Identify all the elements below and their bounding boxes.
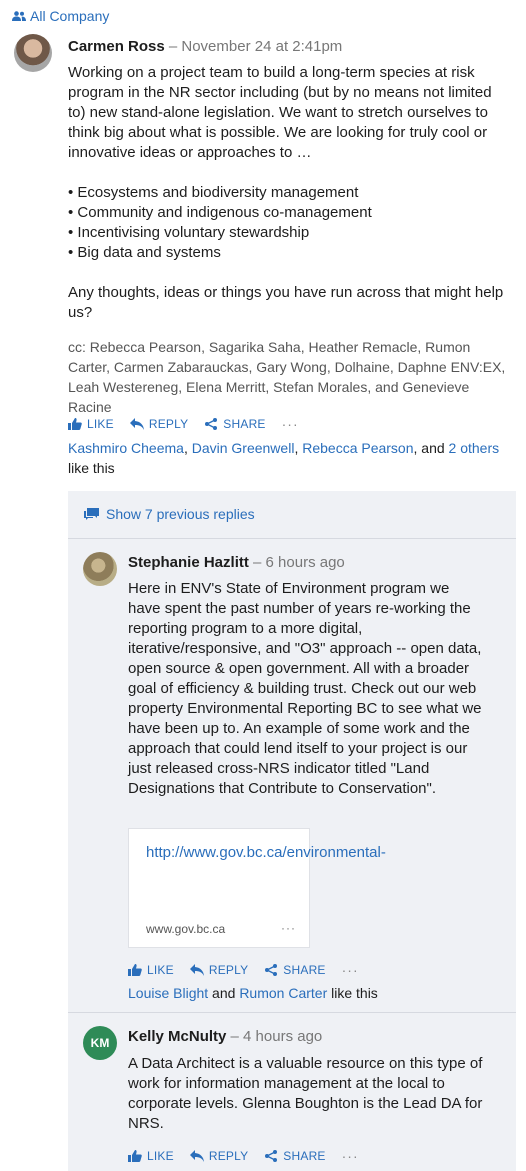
show-previous-replies-button[interactable]: Show 7 previous replies xyxy=(84,506,255,522)
avatar[interactable] xyxy=(14,34,52,72)
reply-button[interactable]: REPLY xyxy=(129,417,189,431)
reply-author-line: Stephanie Hazlitt – 6 hours ago xyxy=(128,554,345,571)
reply-timestamp[interactable]: – 6 hours ago xyxy=(253,554,345,571)
show-previous-label: Show 7 previous replies xyxy=(106,506,255,522)
like-button[interactable]: LIKE xyxy=(128,1149,174,1163)
reply-label: REPLY xyxy=(208,963,249,977)
like-label: LIKE xyxy=(87,417,114,431)
link-preview-url[interactable]: http://www.gov.bc.ca/environmental- xyxy=(146,843,386,863)
like-label: LIKE xyxy=(147,1149,174,1163)
avatar[interactable]: KM xyxy=(83,1026,117,1060)
more-options-button[interactable]: ··· xyxy=(342,1148,359,1164)
reply-button[interactable]: REPLY xyxy=(189,963,249,977)
liker-link[interactable]: Rumon Carter xyxy=(239,985,327,1001)
group-label: All Company xyxy=(30,8,110,24)
share-button[interactable]: SHARE xyxy=(264,1149,325,1163)
share-icon xyxy=(265,1150,278,1162)
thumbs-up-icon xyxy=(68,418,82,430)
chat-bubbles-icon xyxy=(84,508,99,520)
post-likes: Kashmiro Cheema, Davin Greenwell, Rebecc… xyxy=(68,438,513,478)
link-preview-domain: www.gov.bc.ca xyxy=(146,922,226,936)
post-cc-list: cc: Rebecca Pearson, Sagarika Saha, Heat… xyxy=(68,339,506,415)
like-label: LIKE xyxy=(147,963,174,977)
group-link-all-company[interactable]: All Company xyxy=(12,8,109,24)
post-author-line: Carmen Ross – November 24 at 2:41pm xyxy=(68,38,342,55)
share-label: SHARE xyxy=(283,963,326,977)
share-icon xyxy=(205,418,218,430)
likes-separator: , xyxy=(183,440,192,456)
liker-link[interactable]: Louise Blight xyxy=(128,985,208,1001)
likes-and: , and xyxy=(413,440,449,456)
share-label: SHARE xyxy=(283,1149,326,1163)
reply-timestamp[interactable]: – 4 hours ago xyxy=(231,1028,323,1045)
likes-and: and xyxy=(208,985,240,1001)
liker-link[interactable]: Davin Greenwell xyxy=(192,440,295,456)
reply-body: A Data Architect is a valuable resource … xyxy=(128,1055,483,1132)
more-options-button[interactable]: ··· xyxy=(342,962,359,978)
link-preview-more-button[interactable]: ··· xyxy=(281,921,296,935)
reply-actions: LIKE REPLY SHARE ··· xyxy=(128,962,359,978)
reply-author-line: Kelly McNulty – 4 hours ago xyxy=(128,1028,322,1045)
author-name[interactable]: Carmen Ross xyxy=(68,38,165,55)
reply-thread: Show 7 previous replies Stephanie Hazlit… xyxy=(68,491,516,1171)
reply-actions: LIKE REPLY SHARE ··· xyxy=(128,1148,359,1164)
avatar[interactable] xyxy=(83,552,117,586)
thread-divider xyxy=(68,1012,516,1013)
share-button[interactable]: SHARE xyxy=(264,963,325,977)
liker-link[interactable]: Rebecca Pearson xyxy=(302,440,413,456)
more-options-button[interactable]: ··· xyxy=(282,416,299,432)
reply-likes: Louise Blight and Rumon Carter like this xyxy=(128,983,378,1003)
likes-suffix: like this xyxy=(68,460,115,476)
reply-button[interactable]: REPLY xyxy=(189,1149,249,1163)
reply-body: Here in ENV's State of Environment progr… xyxy=(128,580,482,797)
share-label: SHARE xyxy=(223,417,266,431)
author-name[interactable]: Stephanie Hazlitt xyxy=(128,554,249,571)
reply-arrow-icon xyxy=(189,1150,204,1162)
thumbs-up-icon xyxy=(128,964,142,976)
like-button[interactable]: LIKE xyxy=(68,417,114,431)
thumbs-up-icon xyxy=(128,1150,142,1162)
link-preview-card[interactable]: http://www.gov.bc.ca/environmental- www.… xyxy=(128,828,386,948)
post-timestamp[interactable]: – November 24 at 2:41pm xyxy=(169,38,342,55)
thread-divider xyxy=(68,538,516,539)
reply-label: REPLY xyxy=(208,1149,249,1163)
post-actions: LIKE REPLY SHARE ··· xyxy=(68,416,299,432)
share-button[interactable]: SHARE xyxy=(204,417,265,431)
reply-arrow-icon xyxy=(189,964,204,976)
likes-others-link[interactable]: 2 others xyxy=(449,440,500,456)
liker-link[interactable]: Kashmiro Cheema xyxy=(68,440,184,456)
people-icon xyxy=(12,11,26,21)
reply-label: REPLY xyxy=(148,417,189,431)
share-icon xyxy=(265,964,278,976)
reply-arrow-icon xyxy=(129,418,144,430)
author-name[interactable]: Kelly McNulty xyxy=(128,1028,226,1045)
post-body: Working on a project team to build a lon… xyxy=(68,64,504,321)
likes-suffix: like this xyxy=(327,985,378,1001)
like-button[interactable]: LIKE xyxy=(128,963,174,977)
